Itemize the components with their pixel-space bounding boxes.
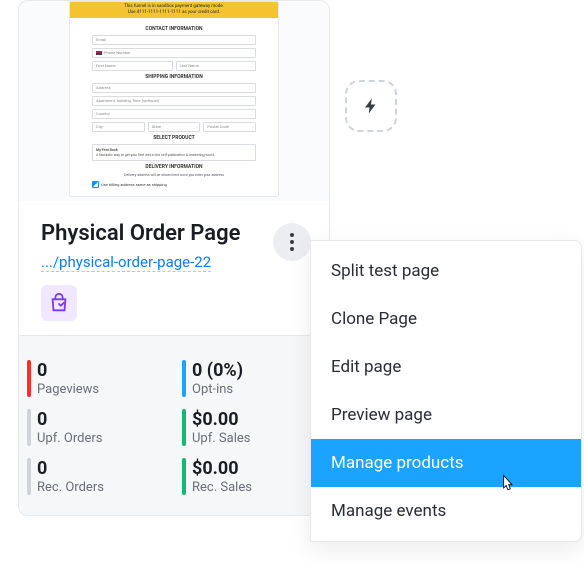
stat-label: Upf. Sales <box>192 431 317 446</box>
field-last: Last Name <box>176 61 257 71</box>
more-actions-button[interactable] <box>273 223 311 261</box>
billing-same-check: Use billing address same as shipping <box>92 181 256 188</box>
sandbox-banner: This funnel is in sandbox payment gatewa… <box>70 2 278 18</box>
section-contact: CONTACT INFORMATION <box>92 26 256 32</box>
product-box: My First Book A fantastic way to get you… <box>92 144 256 162</box>
page-preview-thumbnail[interactable]: This funnel is in sandbox payment gatewa… <box>19 1 329 201</box>
field-apt: Apartment, building, floor (optional) <box>92 96 256 106</box>
stat-upf-sales: $0.00 Upf. Sales <box>174 403 329 452</box>
field-phone: Phone Number <box>92 48 256 58</box>
bolt-icon <box>362 97 380 115</box>
stat-value: 0 <box>37 458 162 479</box>
field-city: City <box>92 122 145 132</box>
shopping-bag-icon <box>41 285 77 321</box>
add-step-placeholder[interactable] <box>345 80 397 132</box>
menu-clone-page[interactable]: Clone Page <box>311 295 581 343</box>
field-state: State <box>148 122 201 132</box>
menu-split-test[interactable]: Split test page <box>311 247 581 295</box>
stat-label: Pageviews <box>37 382 162 397</box>
funnel-page-card: This funnel is in sandbox payment gatewa… <box>18 0 330 516</box>
stat-label: Rec. Orders <box>37 480 162 495</box>
stats-grid: 0 Pageviews 0 (0%) Opt-ins 0 Upf. Orders… <box>19 336 329 515</box>
section-shipping: SHIPPING INFORMATION <box>92 74 256 80</box>
stat-value: 0 (0%) <box>192 360 317 381</box>
stat-upf-orders: 0 Upf. Orders <box>19 403 174 452</box>
page-url-link[interactable]: .../physical-order-page-22 <box>41 253 211 271</box>
stat-label: Rec. Sales <box>192 480 317 495</box>
product-desc: A fantastic way to get your feet wet in … <box>96 153 252 158</box>
stat-pageviews: 0 Pageviews <box>19 354 174 403</box>
sandbox-line2: Use 4111-1111-1111-1111 as your credit c… <box>74 10 274 16</box>
field-address: Address <box>92 83 256 93</box>
menu-manage-products[interactable]: Manage products <box>311 439 581 487</box>
field-email: Email <box>92 35 256 45</box>
menu-preview-page[interactable]: Preview page <box>311 391 581 439</box>
mock-body: CONTACT INFORMATION Email Phone Number F… <box>70 18 278 197</box>
stat-optins: 0 (0%) Opt-ins <box>174 354 329 403</box>
page-header: Physical Order Page .../physical-order-p… <box>19 201 329 336</box>
section-delivery: DELIVERY INFORMATION <box>92 164 256 170</box>
page-type-icons <box>41 285 307 321</box>
mockup: This funnel is in sandbox payment gatewa… <box>69 1 279 197</box>
stat-rec-orders: 0 Rec. Orders <box>19 452 174 501</box>
field-postal: Postal Code <box>203 122 256 132</box>
stat-value: $0.00 <box>192 458 317 479</box>
stat-value: $0.00 <box>192 409 317 430</box>
menu-manage-events[interactable]: Manage events <box>311 487 581 535</box>
delivery-note: Delivery address will be shown here once… <box>92 173 256 178</box>
stat-value: 0 <box>37 409 162 430</box>
stat-label: Opt-ins <box>192 382 317 397</box>
stat-rec-sales: $0.00 Rec. Sales <box>174 452 329 501</box>
field-country: Country <box>92 109 256 119</box>
page-title: Physical Order Page <box>41 221 307 246</box>
menu-edit-page[interactable]: Edit page <box>311 343 581 391</box>
stat-value: 0 <box>37 360 162 381</box>
dots-vertical-icon <box>290 233 294 251</box>
field-first: First Name <box>92 61 173 71</box>
stat-label: Upf. Orders <box>37 431 162 446</box>
page-actions-menu: Split test page Clone Page Edit page Pre… <box>310 240 582 542</box>
section-product: SELECT PRODUCT <box>92 135 256 141</box>
